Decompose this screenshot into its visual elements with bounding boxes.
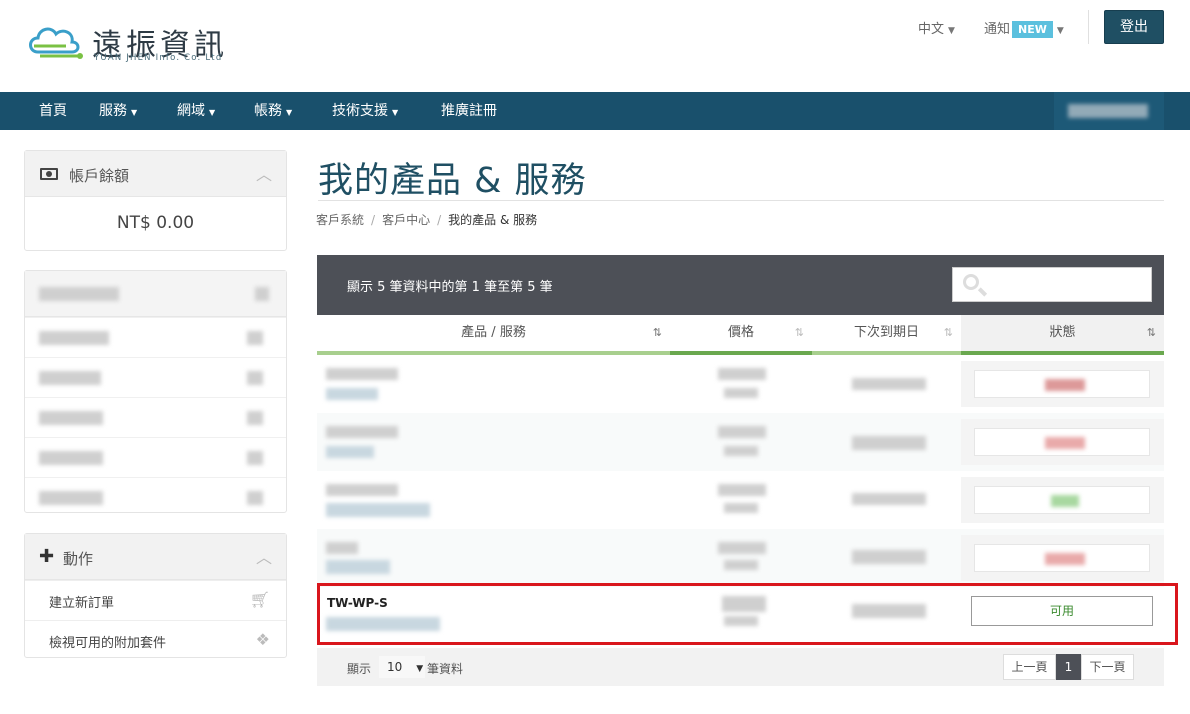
cloud-logo-icon xyxy=(29,27,83,59)
brand-logo[interactable]: 遠振資訊 YUAN JHEN Info. Co. Ltd xyxy=(26,20,236,68)
status-badge[interactable] xyxy=(974,486,1150,514)
nav-item-home[interactable]: 首頁 xyxy=(39,92,67,130)
notifications-dropdown[interactable]: 通知 NEW ▼ xyxy=(984,18,1064,38)
page-size-suffix: 筆資料 xyxy=(427,662,464,676)
table-search-input[interactable] xyxy=(952,267,1152,302)
column-header-price[interactable]: 價格 ⇅ xyxy=(670,315,812,355)
plus-icon: ✚ xyxy=(39,546,55,567)
chevron-down-icon: ▼ xyxy=(416,664,424,674)
nav-label: 首頁 xyxy=(39,103,67,119)
chevron-down-icon: ▼ xyxy=(286,108,293,117)
nav-item-services[interactable]: 服務 ▼ xyxy=(99,92,137,130)
new-order-label: 建立新訂單 xyxy=(49,596,115,611)
nav-label: 帳務 xyxy=(254,103,282,119)
chevron-down-icon: ▼ xyxy=(131,108,138,117)
page-size-label: 顯示 xyxy=(347,662,372,676)
prev-page-button[interactable]: 上一頁 xyxy=(1003,654,1056,680)
sort-icon: ⇅ xyxy=(943,326,953,339)
highlight-annotation xyxy=(317,583,1178,645)
main-nav: 首頁 服務 ▼ 網域 ▼ 帳務 ▼ 技術支援 ▼ 推廣註冊 xyxy=(0,92,1190,130)
column-header-status[interactable]: 狀態 ⇅ xyxy=(961,315,1164,355)
page-title: 我的產品 & 服務 xyxy=(318,161,587,201)
chevron-up-icon[interactable]: ︿ xyxy=(256,161,272,185)
sort-icon: ⇅ xyxy=(1146,326,1156,339)
status-badge[interactable] xyxy=(974,370,1150,398)
breadcrumb-client-center[interactable]: 客戶中心 xyxy=(382,213,430,227)
nav-label: 服務 xyxy=(99,103,127,119)
nav-label: 網域 xyxy=(177,103,205,119)
column-label: 價格 xyxy=(727,325,754,340)
top-bar: 遠振資訊 YUAN JHEN Info. Co. Ltd 中文 ▼ 通知 NEW ▼ … xyxy=(0,0,1190,92)
chevron-down-icon: ▼ xyxy=(1056,26,1064,36)
nav-item-billing[interactable]: 帳務 ▼ xyxy=(254,92,292,130)
breadcrumb-client-area[interactable]: 客戶系統 xyxy=(316,213,364,227)
page-size-select[interactable]: 10 ▼ xyxy=(379,656,425,678)
list-item[interactable] xyxy=(25,357,286,397)
divider xyxy=(318,200,1164,201)
notifications-label: 通知 xyxy=(984,22,1011,37)
cart-icon: 🛒︎ xyxy=(249,590,270,609)
breadcrumb-current: 我的產品 & 服務 xyxy=(448,213,538,227)
balance-panel: 帳戶餘額 ︿ NT$ 0.00 xyxy=(24,150,287,251)
cubes-icon: ❖ xyxy=(255,630,270,649)
list-item[interactable] xyxy=(25,397,286,437)
nav-item-affiliates[interactable]: 推廣註冊 xyxy=(441,92,497,130)
view-addons-link[interactable]: 檢視可用的附加套件 ❖ xyxy=(25,620,286,660)
view-addons-label: 檢視可用的附加套件 xyxy=(49,636,167,651)
page-size-value: 10 xyxy=(387,660,403,674)
actions-panel: ✚ 動作 ︿ 建立新訂單 🛒︎ 檢視可用的附加套件 ❖ xyxy=(24,533,287,658)
list-item[interactable] xyxy=(25,437,286,477)
next-page-button[interactable]: 下一頁 xyxy=(1081,654,1134,680)
search-icon xyxy=(963,274,979,290)
new-order-link[interactable]: 建立新訂單 🛒︎ xyxy=(25,580,286,620)
logout-button[interactable]: 登出 xyxy=(1104,10,1164,44)
new-badge: NEW xyxy=(1012,21,1053,38)
balance-title: 帳戶餘額 xyxy=(69,167,130,185)
nav-label: 技術支援 xyxy=(332,103,388,119)
actions-panel-header[interactable]: ✚ 動作 ︿ xyxy=(25,534,286,580)
user-menu[interactable] xyxy=(1054,92,1164,130)
column-header-product[interactable]: 產品 / 服務 ⇅ xyxy=(317,315,670,355)
divider xyxy=(1088,10,1089,44)
column-label: 下次到期日 xyxy=(853,325,919,340)
chevron-down-icon: ▼ xyxy=(209,108,216,117)
table-toolbar: 顯示 5 筆資料中的第 1 筆至第 5 筆 xyxy=(317,255,1164,315)
chevron-down-icon: ▼ xyxy=(392,108,399,117)
sort-icon: ⇅ xyxy=(794,326,804,339)
money-icon xyxy=(40,168,58,180)
chevron-up-icon[interactable]: ︿ xyxy=(256,544,272,568)
nav-item-support[interactable]: 技術支援 ▼ xyxy=(332,92,398,130)
table-footer: 顯示 10 ▼ 筆資料 上一頁 1 下一頁 xyxy=(317,648,1164,686)
page-1-button[interactable]: 1 xyxy=(1056,654,1081,680)
list-item[interactable] xyxy=(25,477,286,517)
column-header-due-date[interactable]: 下次到期日 ⇅ xyxy=(812,315,961,355)
balance-amount: NT$ 0.00 xyxy=(116,213,195,233)
column-label: 狀態 xyxy=(1049,325,1076,340)
sort-icon: ⇅ xyxy=(652,326,662,339)
obscured-panel xyxy=(24,270,287,513)
language-dropdown[interactable]: 中文 ▼ xyxy=(918,18,955,37)
breadcrumb: 客戶系統 / 客戶中心 / 我的產品 & 服務 xyxy=(316,213,538,227)
status-badge[interactable] xyxy=(974,428,1150,456)
list-item[interactable] xyxy=(25,317,286,357)
obscured-panel-header xyxy=(25,271,286,317)
balance-panel-header[interactable]: 帳戶餘額 ︿ xyxy=(25,151,286,197)
chevron-down-icon: ▼ xyxy=(948,26,955,36)
language-label: 中文 xyxy=(918,22,945,37)
table-info: 顯示 5 筆資料中的第 1 筆至第 5 筆 xyxy=(347,280,553,295)
status-badge[interactable] xyxy=(974,544,1150,572)
actions-title: 動作 xyxy=(63,550,94,568)
nav-label: 推廣註冊 xyxy=(441,103,497,119)
brand-subtitle: YUAN JHEN Info. Co. Ltd xyxy=(94,53,223,63)
column-label: 產品 / 服務 xyxy=(461,325,526,340)
nav-item-domains[interactable]: 網域 ▼ xyxy=(177,92,215,130)
